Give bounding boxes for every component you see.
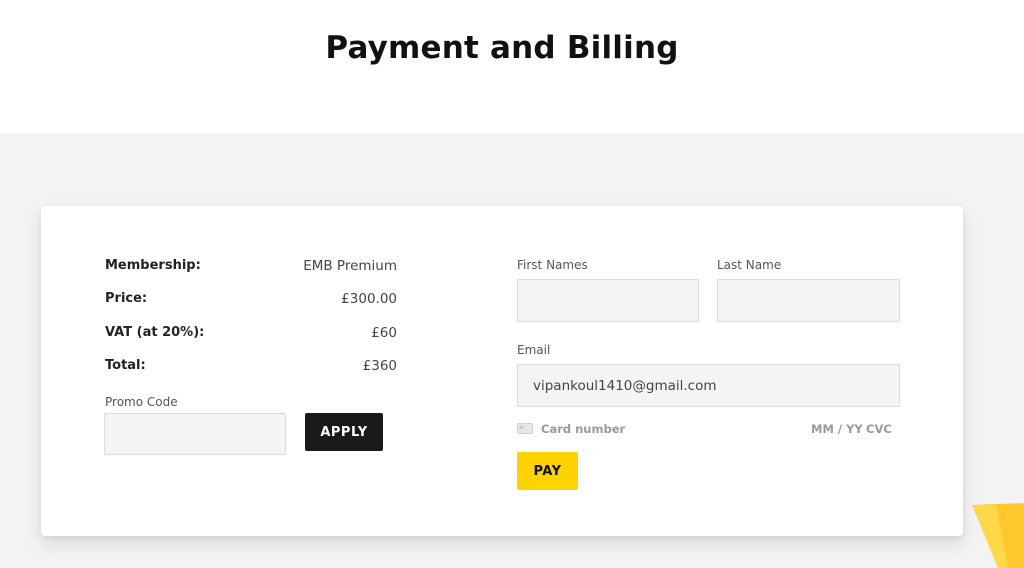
summary-row-membership: Membership: EMB Premium [105, 258, 397, 278]
cvc-placeholder: CVC [866, 422, 892, 436]
vat-value: £60 [371, 325, 397, 341]
membership-value: EMB Premium [303, 258, 397, 274]
total-label: Total: [105, 358, 146, 373]
card-input[interactable]: Card number MM / YY CVC [517, 418, 900, 440]
email-input[interactable] [517, 364, 900, 407]
email-label: Email [517, 343, 551, 357]
first-name-label: First Names [517, 258, 588, 272]
expiry-placeholder: MM / YY [811, 422, 863, 436]
vat-label: VAT (at 20%): [105, 325, 205, 340]
decorative-triangle [972, 503, 1024, 568]
last-name-input[interactable] [717, 279, 900, 322]
page-header: Payment and Billing [0, 0, 1024, 133]
payment-card: Membership: EMB Premium Price: £300.00 V… [41, 206, 963, 536]
card-number-placeholder: Card number [541, 422, 626, 436]
summary-row-total: Total: £360 [105, 358, 397, 378]
page-title: Payment and Billing [325, 30, 679, 66]
first-name-input[interactable] [517, 279, 699, 322]
credit-card-icon [517, 423, 533, 434]
apply-button[interactable]: APPLY [305, 413, 383, 451]
promo-code-label: Promo Code [105, 395, 178, 409]
price-value: £300.00 [341, 291, 397, 307]
price-label: Price: [105, 291, 148, 306]
pay-button[interactable]: PAY [517, 452, 578, 490]
last-name-label: Last Name [717, 258, 782, 272]
total-value: £360 [362, 358, 397, 374]
summary-row-vat: VAT (at 20%): £60 [105, 325, 397, 345]
membership-label: Membership: [105, 258, 201, 273]
summary-row-price: Price: £300.00 [105, 291, 397, 311]
promo-code-input[interactable] [104, 413, 286, 455]
